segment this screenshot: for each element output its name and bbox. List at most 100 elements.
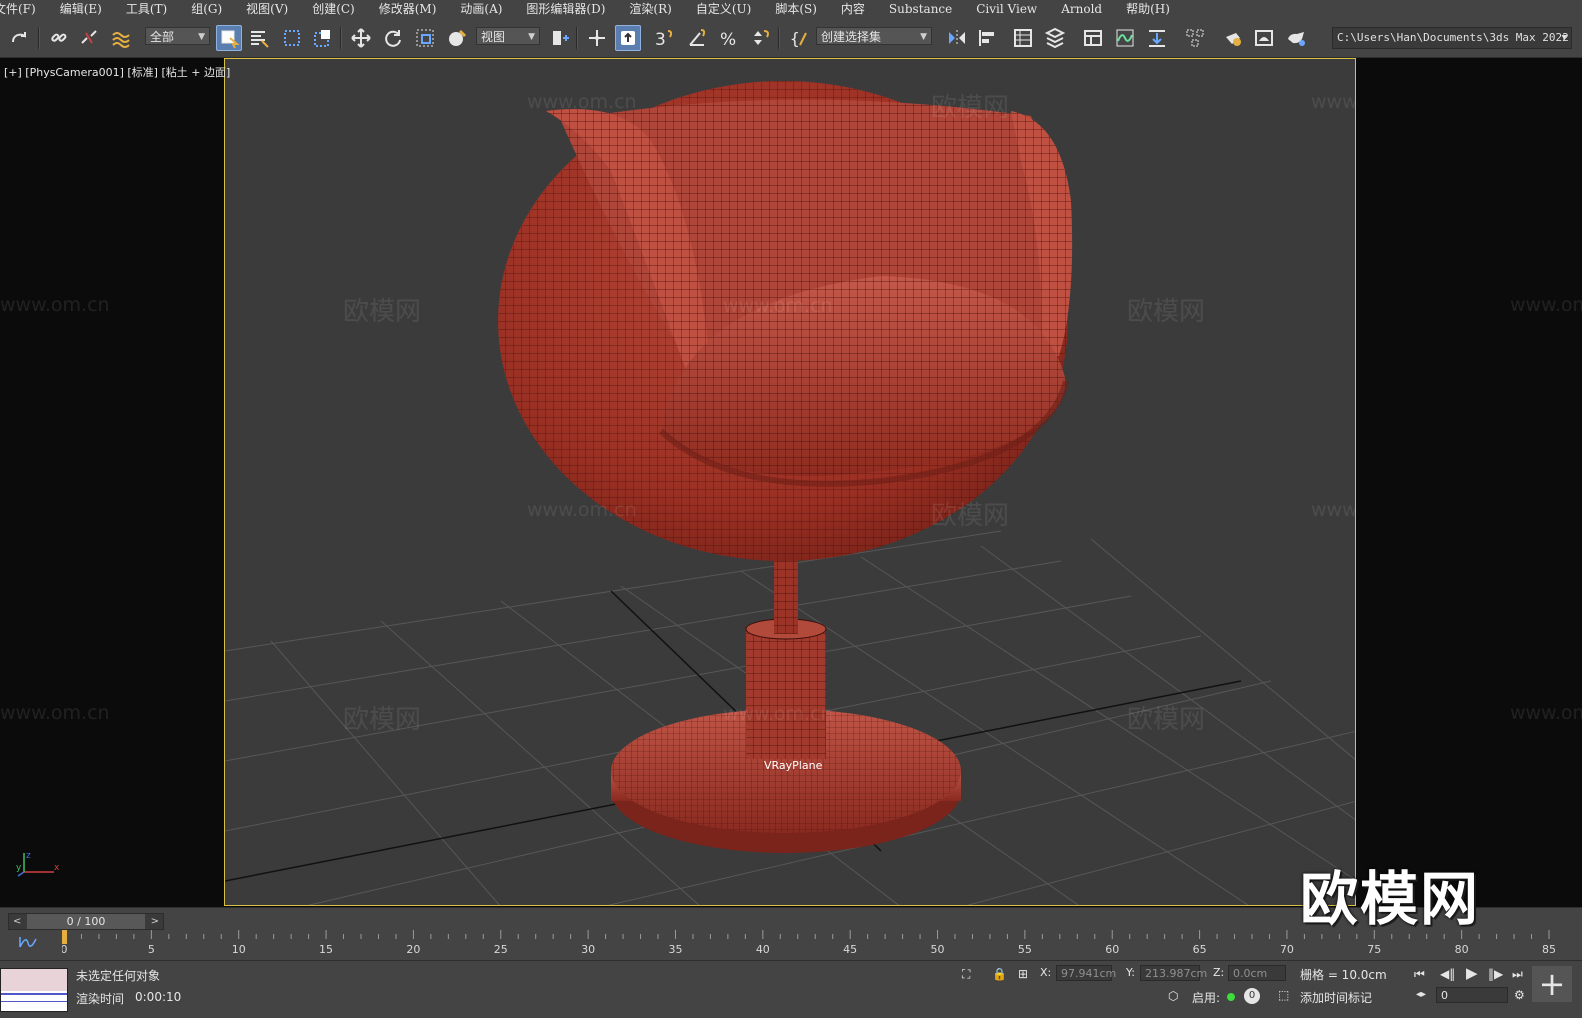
grid-size-label: 栅格 = 10.0cm (1300, 968, 1387, 982)
angle-snap-icon[interactable] (684, 25, 710, 51)
absolute-mode-icon[interactable]: ⊞ (1018, 967, 1028, 981)
menu-item[interactable]: 图形编辑器(D) (514, 0, 617, 19)
project-folder-dropdown[interactable]: C:\Users\Han\Documents\3ds Max 2022 ▼ (1332, 27, 1572, 49)
create-panel-plus-icon[interactable]: + (1532, 965, 1572, 1003)
schematic-view-icon[interactable] (1144, 25, 1170, 51)
adaptive-degradation-icon[interactable]: ⬡ (1168, 989, 1178, 1003)
go-to-start-icon[interactable]: ⏮ (1414, 967, 1425, 982)
enable-label: 启用: (1192, 991, 1221, 1005)
select-object-icon[interactable] (216, 25, 242, 51)
window-crossing-icon[interactable] (310, 25, 336, 51)
camera-safe-frame[interactable]: 欧模网 www.om.cn 欧模网 www.om.cn 欧模网 www.om.c… (224, 58, 1356, 906)
select-and-link-icon[interactable] (46, 25, 72, 51)
menu-item[interactable]: 帮助(H) (1114, 0, 1182, 19)
menu-item[interactable]: 脚本(S) (763, 0, 829, 19)
timeline-tick-label: 70 (1280, 943, 1294, 956)
mini-curve-editor-icon[interactable] (18, 935, 38, 949)
isolate-selection-icon[interactable]: ⛶ (962, 967, 970, 982)
rectangular-selection-icon[interactable] (279, 25, 305, 51)
key-mode-icon[interactable]: ◂▸ (1416, 989, 1426, 1000)
rotate-icon[interactable] (380, 25, 406, 51)
enable-count-badge[interactable]: 0 (1244, 988, 1260, 1004)
maxscript-listener-mini[interactable] (0, 968, 68, 1012)
edit-named-selection-icon[interactable]: { (786, 25, 812, 51)
layer-explorer-icon[interactable] (1042, 25, 1068, 51)
time-configuration-icon[interactable]: ⚙ (1514, 988, 1525, 1002)
timeline-tick-label: 60 (1105, 943, 1119, 956)
menu-item[interactable]: 编辑(E) (48, 0, 114, 19)
menu-item[interactable]: Arnold (1049, 0, 1114, 19)
render-production-icon[interactable] (1283, 25, 1309, 51)
menu-item[interactable]: Civil View (964, 0, 1049, 19)
mirror-icon[interactable] (944, 25, 970, 51)
named-selection-dropdown[interactable]: 创建选择集 ▼ (816, 27, 932, 45)
select-by-name-icon[interactable] (246, 25, 272, 51)
rendered-frame-window-icon[interactable] (1251, 25, 1277, 51)
bind-to-space-warp-icon[interactable] (108, 25, 134, 51)
spinner-snap-icon[interactable] (748, 25, 774, 51)
timeline-tick-label: 55 (1018, 943, 1032, 956)
menu-item[interactable]: 组(G) (179, 0, 234, 19)
time-slider[interactable]: < 0 / 100 > (8, 913, 164, 930)
svg-text:x: x (54, 863, 60, 873)
menu-bar: 文件(F) 编辑(E) 工具(T) 组(G) 视图(V) 创建(C) 修改器(M) 动画(A)… (0, 0, 1582, 19)
next-frame-icon[interactable]: ‖▶ (1488, 967, 1503, 981)
prev-frame-arrow-icon[interactable]: < (13, 914, 21, 929)
menu-item[interactable]: 动画(A) (448, 0, 514, 19)
viewport-label[interactable]: [+] [PhysCamera001] [标准] [粘土 + 边面] (4, 64, 230, 80)
menu-item[interactable]: 自定义(U) (684, 0, 763, 19)
timeline-tick-label: 25 (494, 943, 508, 956)
render-setup-icon[interactable] (1220, 25, 1246, 51)
x-coordinate-field[interactable]: 97.941cm (1056, 965, 1116, 981)
move-icon[interactable] (348, 25, 374, 51)
time-tag-icon[interactable]: ⬚ (1278, 988, 1289, 1002)
lock-selection-icon[interactable]: 🔒 (992, 967, 1007, 981)
timeline-tick-label: 80 (1455, 943, 1469, 956)
time-slider-knob[interactable]: 0 / 100 (27, 914, 145, 929)
scene-render[interactable] (225, 59, 1356, 906)
x-label: X: (1040, 966, 1052, 979)
svg-text:3: 3 (655, 30, 666, 49)
place-icon[interactable] (444, 25, 470, 51)
percent-snap-icon[interactable]: % (716, 25, 742, 51)
toggle-ribbon-icon[interactable] (1080, 25, 1106, 51)
menu-item[interactable]: 视图(V) (234, 0, 300, 19)
menu-item[interactable]: 文件(F) (0, 0, 48, 19)
menu-item[interactable]: 渲染(R) (617, 0, 683, 19)
timeline-tick-label: 20 (406, 943, 420, 956)
pivot-center-icon[interactable] (547, 25, 573, 51)
menu-item[interactable]: Substance (877, 0, 964, 19)
timeline-tick-label: 30 (581, 943, 595, 956)
scale-icon[interactable] (412, 25, 438, 51)
next-frame-arrow-icon[interactable]: > (151, 914, 159, 929)
selection-status: 未选定任何对象 (76, 969, 161, 983)
material-editor-icon[interactable] (1182, 25, 1208, 51)
current-frame-field[interactable]: 0 (1436, 987, 1508, 1003)
reference-coordinate-dropdown[interactable]: 视图 ▼ (476, 27, 540, 45)
play-icon[interactable]: ▶ (1466, 964, 1478, 982)
z-coordinate-field[interactable]: 0.0cm (1228, 965, 1286, 981)
keyboard-shortcut-override-icon[interactable] (615, 25, 641, 51)
curve-editor-icon[interactable] (1112, 25, 1138, 51)
timeline-tick-label: 10 (232, 943, 246, 956)
go-to-end-icon[interactable]: ⏭ (1512, 967, 1523, 982)
align-icon[interactable] (974, 25, 1000, 51)
unlink-selection-icon[interactable] (76, 25, 102, 51)
previous-frame-icon[interactable]: ◀‖ (1440, 967, 1455, 981)
selection-filter-dropdown[interactable]: 全部 ▼ (145, 27, 210, 45)
current-frame-marker[interactable] (62, 930, 67, 944)
menu-item[interactable]: 创建(C) (300, 0, 367, 19)
scene-explorer-icon[interactable] (1010, 25, 1036, 51)
menu-item[interactable]: 内容 (829, 0, 877, 19)
y-coordinate-field[interactable]: 213.987cm (1140, 965, 1207, 981)
select-and-manipulate-icon[interactable] (584, 25, 610, 51)
status-indicator-icon (1227, 993, 1235, 1001)
svg-text:%: % (720, 30, 736, 49)
menu-item[interactable]: 工具(T) (114, 0, 179, 19)
snaps-toggle-icon[interactable]: 3 (650, 25, 676, 51)
timeline-tick-label: 35 (668, 943, 682, 956)
timeline-tick-label: 65 (1193, 943, 1207, 956)
redo-icon[interactable] (6, 25, 32, 51)
add-time-tag-button[interactable]: 添加时间标记 (1300, 989, 1372, 1006)
menu-item[interactable]: 修改器(M) (367, 0, 449, 19)
